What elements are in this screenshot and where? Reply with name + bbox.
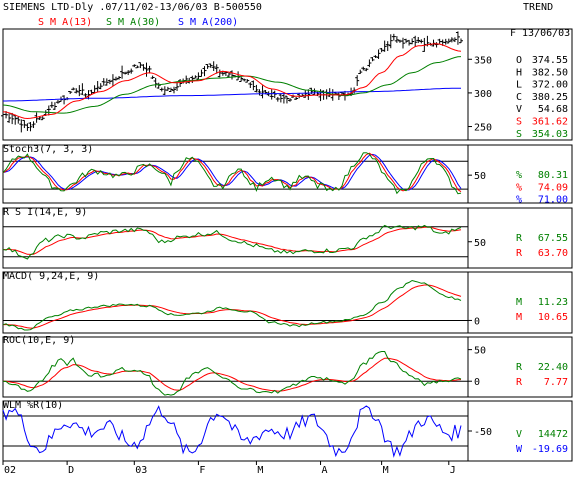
info-value: 7.77 — [544, 377, 568, 388]
legend-sma200: S M A(200) — [178, 17, 238, 28]
info-value: 14472 — [538, 429, 568, 440]
y-tick-label: 0 — [474, 377, 480, 388]
chart-canvas: SIEMENS LTD-Dly .07/11/02-13/06/03 B-500… — [0, 0, 576, 480]
x-axis-label: F — [199, 465, 205, 476]
info-label: H — [516, 67, 522, 78]
y-tick-label: 350 — [474, 55, 492, 66]
info-label: S — [516, 117, 522, 128]
panel-title-stoch: Stoch3(7, 3, 3) — [3, 144, 93, 155]
legend-sma13: S M A(13) — [38, 17, 92, 28]
y-tick-label: 300 — [474, 89, 492, 100]
info-value: 63.70 — [538, 248, 568, 259]
x-axis-label: D — [68, 465, 74, 476]
legend-sma30: S M A(30) — [106, 17, 160, 28]
trend-label: TREND — [523, 2, 553, 13]
info-value: 71.00 — [538, 195, 568, 206]
info-value: 374.55 — [532, 55, 568, 66]
info-value: 380.25 — [532, 92, 568, 103]
info-label: O — [516, 55, 522, 66]
info-label: R — [516, 377, 523, 388]
info-label: M — [516, 297, 522, 308]
x-axis-label: A — [322, 465, 328, 476]
info-date: F 13/06/03 — [510, 28, 570, 39]
info-value: -19.69 — [532, 444, 568, 455]
x-axis-label: 02 — [4, 465, 16, 476]
info-label: R — [516, 248, 523, 259]
info-label: L — [516, 80, 522, 91]
technical-chart: SIEMENS LTD-Dly .07/11/02-13/06/03 B-500… — [0, 0, 576, 480]
info-label: W — [516, 444, 523, 455]
info-label: % — [516, 170, 522, 181]
info-label: R — [516, 233, 523, 244]
chart-title: SIEMENS LTD-Dly .07/11/02-13/06/03 B-500… — [3, 2, 262, 13]
info-value: 74.09 — [538, 182, 568, 193]
panel-title-wlm: WLM %R(10) — [3, 400, 63, 411]
info-label: % — [516, 195, 522, 206]
y-tick-label: 50 — [474, 171, 486, 182]
info-value: 22.40 — [538, 362, 568, 373]
x-axis-label: M — [257, 465, 263, 476]
x-axis-label: M — [383, 465, 389, 476]
info-value: 354.03 — [532, 129, 568, 140]
info-value: 382.50 — [532, 67, 568, 78]
info-label: S — [516, 129, 522, 140]
info-label: % — [516, 182, 522, 193]
x-axis-label: 03 — [135, 465, 147, 476]
panel-title-rsi: R S I(14,E, 9) — [3, 207, 87, 218]
info-label: V — [516, 104, 522, 115]
y-tick-label: 0 — [474, 316, 480, 327]
info-value: 10.65 — [538, 312, 568, 323]
panel-title-macd: MACD( 9,24,E, 9) — [3, 271, 99, 282]
info-value: 54.68 — [538, 104, 568, 115]
info-value: 67.55 — [538, 233, 568, 244]
info-label: V — [516, 429, 522, 440]
y-tick-label: 250 — [474, 123, 492, 134]
info-value: 372.00 — [532, 80, 568, 91]
info-label: R — [516, 362, 523, 373]
y-tick-label: 50 — [474, 238, 486, 249]
info-label: C — [516, 92, 522, 103]
y-tick-label: 50 — [474, 346, 486, 357]
info-value: 361.62 — [532, 117, 568, 128]
x-axis-label: J — [450, 465, 456, 476]
y-tick-label: -50 — [474, 427, 492, 438]
info-value: 80.31 — [538, 170, 568, 181]
info-label: M — [516, 312, 522, 323]
info-value: 11.23 — [538, 297, 568, 308]
